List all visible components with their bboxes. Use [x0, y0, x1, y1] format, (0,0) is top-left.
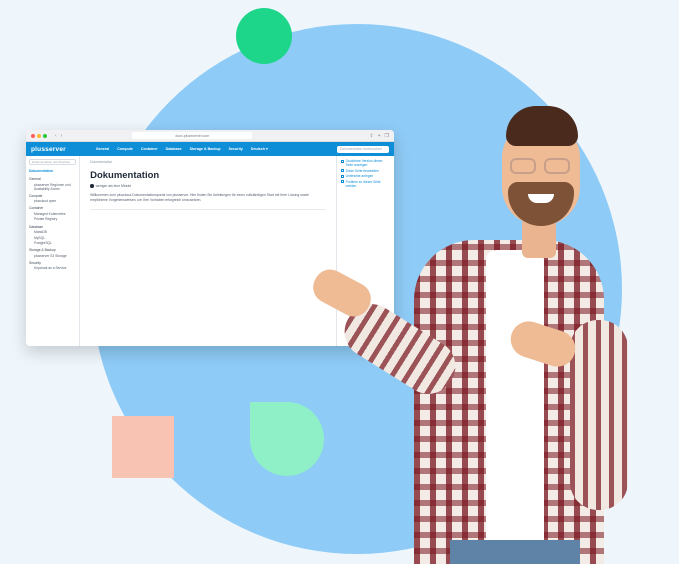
back-arrow-icon[interactable]: ‹	[55, 133, 57, 139]
sidebar-group-compute[interactable]: Compute	[29, 194, 76, 198]
minimize-dot-icon[interactable]	[37, 133, 41, 138]
sidebar-item-private-registry[interactable]: Private Registry	[29, 217, 76, 221]
jeans	[450, 540, 580, 564]
nav-security[interactable]: Security	[229, 147, 243, 151]
doc-content: Dokumentation Dokumentation weniger als …	[80, 156, 336, 346]
clock-icon	[90, 184, 94, 188]
hair	[506, 106, 578, 146]
white-tshirt	[486, 250, 544, 564]
doc-sidebar: Dokumentation durchsuchen Dokumentation …	[26, 156, 81, 346]
decorative-pink-square	[112, 416, 174, 478]
browser-nav: ‹ ›	[55, 133, 62, 139]
sidebar-item-pluscloud-open[interactable]: pluscloud open	[29, 199, 76, 203]
sidebar-item-keycloak[interactable]: Keycloak as a Service	[29, 266, 76, 270]
site-logo[interactable]: plusserver	[31, 146, 66, 153]
sidebar-item-s3-storage[interactable]: plusserver S3 Storage	[29, 254, 76, 258]
sidebar-search-input[interactable]: Dokumentation durchsuchen	[29, 159, 77, 165]
sidebar-group-database[interactable]: Database	[29, 225, 76, 229]
read-time-label: weniger als eine Minute	[95, 184, 132, 188]
sidebar-item-regions[interactable]: plusserver Regionen und Availability Zon…	[29, 183, 76, 191]
sidebar-item-mariadb[interactable]: MariaDB	[29, 230, 76, 234]
sidebar-group-container[interactable]: Container	[29, 206, 76, 210]
sidebar-group-storage-backup[interactable]: Storage & Backup	[29, 248, 76, 252]
address-bar[interactable]: docs.pluseserver.com	[132, 132, 253, 139]
glasses-right-lens	[544, 158, 570, 174]
decorative-green-dot	[236, 8, 292, 64]
maximize-dot-icon[interactable]	[43, 133, 47, 138]
sidebar-item-postgresql[interactable]: PostgreSQL	[29, 241, 76, 245]
sidebar-item-dokumentation[interactable]: Dokumentation	[29, 169, 76, 173]
nav-container[interactable]: Container	[141, 147, 158, 151]
sidebar-group-general[interactable]: General	[29, 177, 76, 181]
content-divider	[90, 209, 327, 211]
arm-right	[570, 320, 628, 510]
breadcrumb[interactable]: Dokumentation	[90, 160, 326, 164]
sidebar-item-managed-kubernetes[interactable]: Managed Kubernetes	[29, 212, 76, 216]
beard	[508, 182, 574, 226]
sidebar-group-security[interactable]: Security	[29, 261, 76, 265]
page-title: Dokumentation	[90, 170, 160, 181]
glasses-left-lens	[510, 158, 536, 174]
forward-arrow-icon[interactable]: ›	[61, 133, 63, 139]
window-controls	[31, 133, 47, 138]
intro-text: Willkommen zum pluscloud-Dokumentationsp…	[90, 193, 309, 203]
main-nav: General Compute Container Database Stora…	[96, 147, 268, 151]
sidebar-item-mysql[interactable]: MySQL	[29, 236, 76, 240]
close-dot-icon[interactable]	[31, 133, 35, 138]
nav-general[interactable]: General	[96, 147, 109, 151]
language-selector[interactable]: Deutsch ▾	[251, 147, 268, 151]
person-illustration	[300, 100, 679, 564]
nav-storage-backup[interactable]: Storage & Backup	[190, 147, 221, 151]
nav-compute[interactable]: Compute	[117, 147, 133, 151]
nav-database[interactable]: Database	[166, 147, 182, 151]
read-time: weniger als eine Minute	[90, 184, 326, 188]
